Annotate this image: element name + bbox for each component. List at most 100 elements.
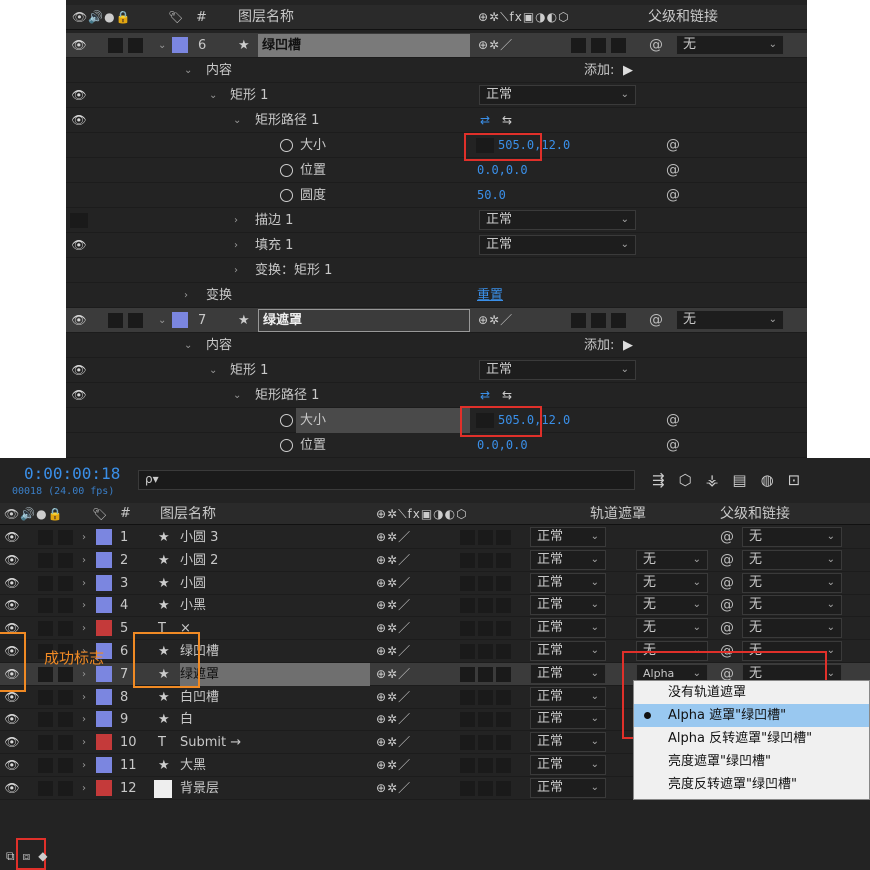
switch-box[interactable] <box>460 712 475 728</box>
switch-box[interactable] <box>591 313 606 328</box>
layer-name[interactable]: 小圆 2 <box>180 549 370 572</box>
eye-icon[interactable]: 👁 <box>70 308 88 333</box>
dropdown-item[interactable]: 亮度反转遮罩"绿凹槽" <box>634 773 869 796</box>
solo-switch[interactable] <box>38 735 53 751</box>
dropdown-item[interactable]: Alpha 反转遮罩"绿凹槽" <box>634 727 869 750</box>
switch-box[interactable] <box>571 38 586 53</box>
roundness-value[interactable]: 50.0 <box>477 183 506 208</box>
chevron-right-icon[interactable]: › <box>82 572 86 595</box>
switch-box[interactable] <box>478 712 493 728</box>
switch-box[interactable] <box>460 758 475 773</box>
solo-switch[interactable] <box>38 598 53 614</box>
layer-name[interactable]: 背景层 <box>180 777 370 800</box>
fill-row[interactable]: 👁 › 填充 1 正常 ⌄ <box>66 233 807 258</box>
switch-box[interactable] <box>496 644 511 659</box>
label-color[interactable] <box>96 757 112 773</box>
chevron-right-icon[interactable]: › <box>82 686 86 709</box>
blend-mode-select[interactable]: 正常 ⌄ <box>530 572 606 593</box>
solo-switch[interactable] <box>38 689 53 705</box>
rect-row[interactable]: 👁 ⌄ 矩形 1 正常 ⌄ <box>66 83 807 108</box>
switch-box[interactable] <box>460 780 475 796</box>
switch-box[interactable] <box>460 530 475 545</box>
rect-path-row[interactable]: 👁 ⌄ 矩形路径 1 ⇄ ⇆ <box>66 108 807 133</box>
eye-icon[interactable]: 👁 <box>3 731 21 756</box>
switch-box[interactable] <box>496 689 511 705</box>
eye-off-box[interactable] <box>70 213 88 228</box>
blend-mode-select[interactable]: 正常 ⌄ <box>479 360 636 380</box>
parent-select[interactable]: 无 ⌄ <box>742 572 842 593</box>
switch-box[interactable] <box>496 666 511 682</box>
path-direction-icon[interactable]: ⇄ <box>480 383 490 408</box>
layer-switches[interactable]: ⊕✲／ <box>376 663 411 686</box>
parent-select[interactable]: 无 ⌄ <box>742 527 842 547</box>
lock-switch[interactable] <box>58 621 73 637</box>
layer-switches[interactable]: ⊕✲／ <box>478 33 513 58</box>
pickwhip-icon[interactable]: @ <box>720 526 734 549</box>
switch-box[interactable] <box>478 666 493 682</box>
layer-name[interactable]: 绿遮罩 <box>180 662 370 686</box>
add-circle-icon[interactable]: ▶ <box>623 333 633 358</box>
switch-box[interactable] <box>496 735 511 751</box>
pickwhip-icon[interactable]: @ <box>666 433 680 458</box>
blend-mode-select[interactable]: 正常 ⌄ <box>530 595 606 616</box>
chevron-right-icon[interactable]: › <box>184 283 188 308</box>
content-row[interactable]: ⌄ 内容 添加: ▶ <box>66 333 807 358</box>
eye-icon[interactable]: 👁 <box>3 594 21 619</box>
pickwhip-icon[interactable]: @ <box>666 408 680 433</box>
pickwhip-icon[interactable]: @ <box>666 133 680 158</box>
chevron-down-icon[interactable]: ⌄ <box>184 333 192 358</box>
eye-icon[interactable]: 👁 <box>70 358 88 383</box>
eye-icon[interactable]: 👁 <box>70 383 88 408</box>
switch-box[interactable] <box>478 575 493 591</box>
switch-box[interactable] <box>496 621 511 637</box>
track-matte-select[interactable]: 无 ⌄ <box>636 572 708 593</box>
chevron-down-icon[interactable]: ⌄ <box>158 308 166 333</box>
layer-row[interactable]: 👁›1★小圆 3⊕✲／正常⌄⌄@无⌄ <box>0 526 870 549</box>
reset-link[interactable]: 重置 <box>477 283 503 308</box>
add-circle-icon[interactable]: ▶ <box>623 58 633 83</box>
chevron-right-icon[interactable]: › <box>82 708 86 731</box>
blend-mode-select[interactable]: 正常 ⌄ <box>530 709 606 730</box>
lock-switch[interactable] <box>58 530 73 545</box>
switch-box[interactable] <box>478 530 493 545</box>
layer-name[interactable]: 大黑 <box>180 754 370 777</box>
chevron-down-icon[interactable]: ⌄ <box>184 58 192 83</box>
switch-box[interactable] <box>460 598 475 614</box>
eye-icon[interactable]: 👁 <box>3 754 21 779</box>
layer-row-7[interactable]: 👁 ⌄ 7 ★ 绿遮罩 ⊕✲／ @ 无 ⌄ <box>66 308 807 333</box>
switch-box[interactable] <box>496 530 511 545</box>
eye-icon[interactable]: 👁 <box>70 233 88 258</box>
layer-switches[interactable]: ⊕✲／ <box>376 754 411 777</box>
chevron-right-icon[interactable]: › <box>82 754 86 777</box>
switch-box[interactable] <box>478 644 493 659</box>
eye-icon[interactable]: 👁 <box>3 572 21 597</box>
position-row[interactable]: 位置 0.0,0.0 @ <box>66 433 807 458</box>
switch-box[interactable] <box>460 644 475 659</box>
track-matte-select[interactable]: 无 ⌄ <box>636 595 708 616</box>
lock-switch[interactable] <box>58 758 73 773</box>
label-color[interactable] <box>96 574 112 591</box>
switch-box[interactable] <box>478 552 493 568</box>
label-color[interactable] <box>96 688 112 705</box>
layer-name[interactable]: 小圆 <box>180 572 370 595</box>
stopwatch-icon[interactable] <box>280 439 293 452</box>
eye-icon[interactable]: 👁 <box>3 708 21 733</box>
solo-switch[interactable] <box>108 313 123 328</box>
content-row[interactable]: ⌄ 内容 添加: ▶ <box>66 58 807 83</box>
track-matte-select[interactable]: 无 ⌄ <box>636 549 708 570</box>
chevron-down-icon[interactable]: ⌄ <box>209 358 217 383</box>
label-color[interactable] <box>172 312 188 328</box>
chevron-right-icon[interactable]: › <box>234 233 238 258</box>
layer-switches[interactable]: ⊕✲／ <box>376 731 411 754</box>
solo-switch[interactable] <box>38 780 53 796</box>
blend-mode-select[interactable]: 正常 ⌄ <box>530 549 606 570</box>
parent-col[interactable]: 父级和链接 <box>720 503 790 525</box>
lock-switch[interactable] <box>128 38 143 53</box>
chevron-right-icon[interactable]: › <box>234 258 238 283</box>
chevron-right-icon[interactable]: › <box>82 594 86 617</box>
switch-box[interactable] <box>496 712 511 728</box>
layer-switches[interactable]: ⊕✲／ <box>376 686 411 709</box>
parent-col[interactable]: 父级和链接 <box>648 5 718 30</box>
blend-mode-select[interactable]: 正常 ⌄ <box>530 755 606 775</box>
switch-box[interactable] <box>496 575 511 591</box>
